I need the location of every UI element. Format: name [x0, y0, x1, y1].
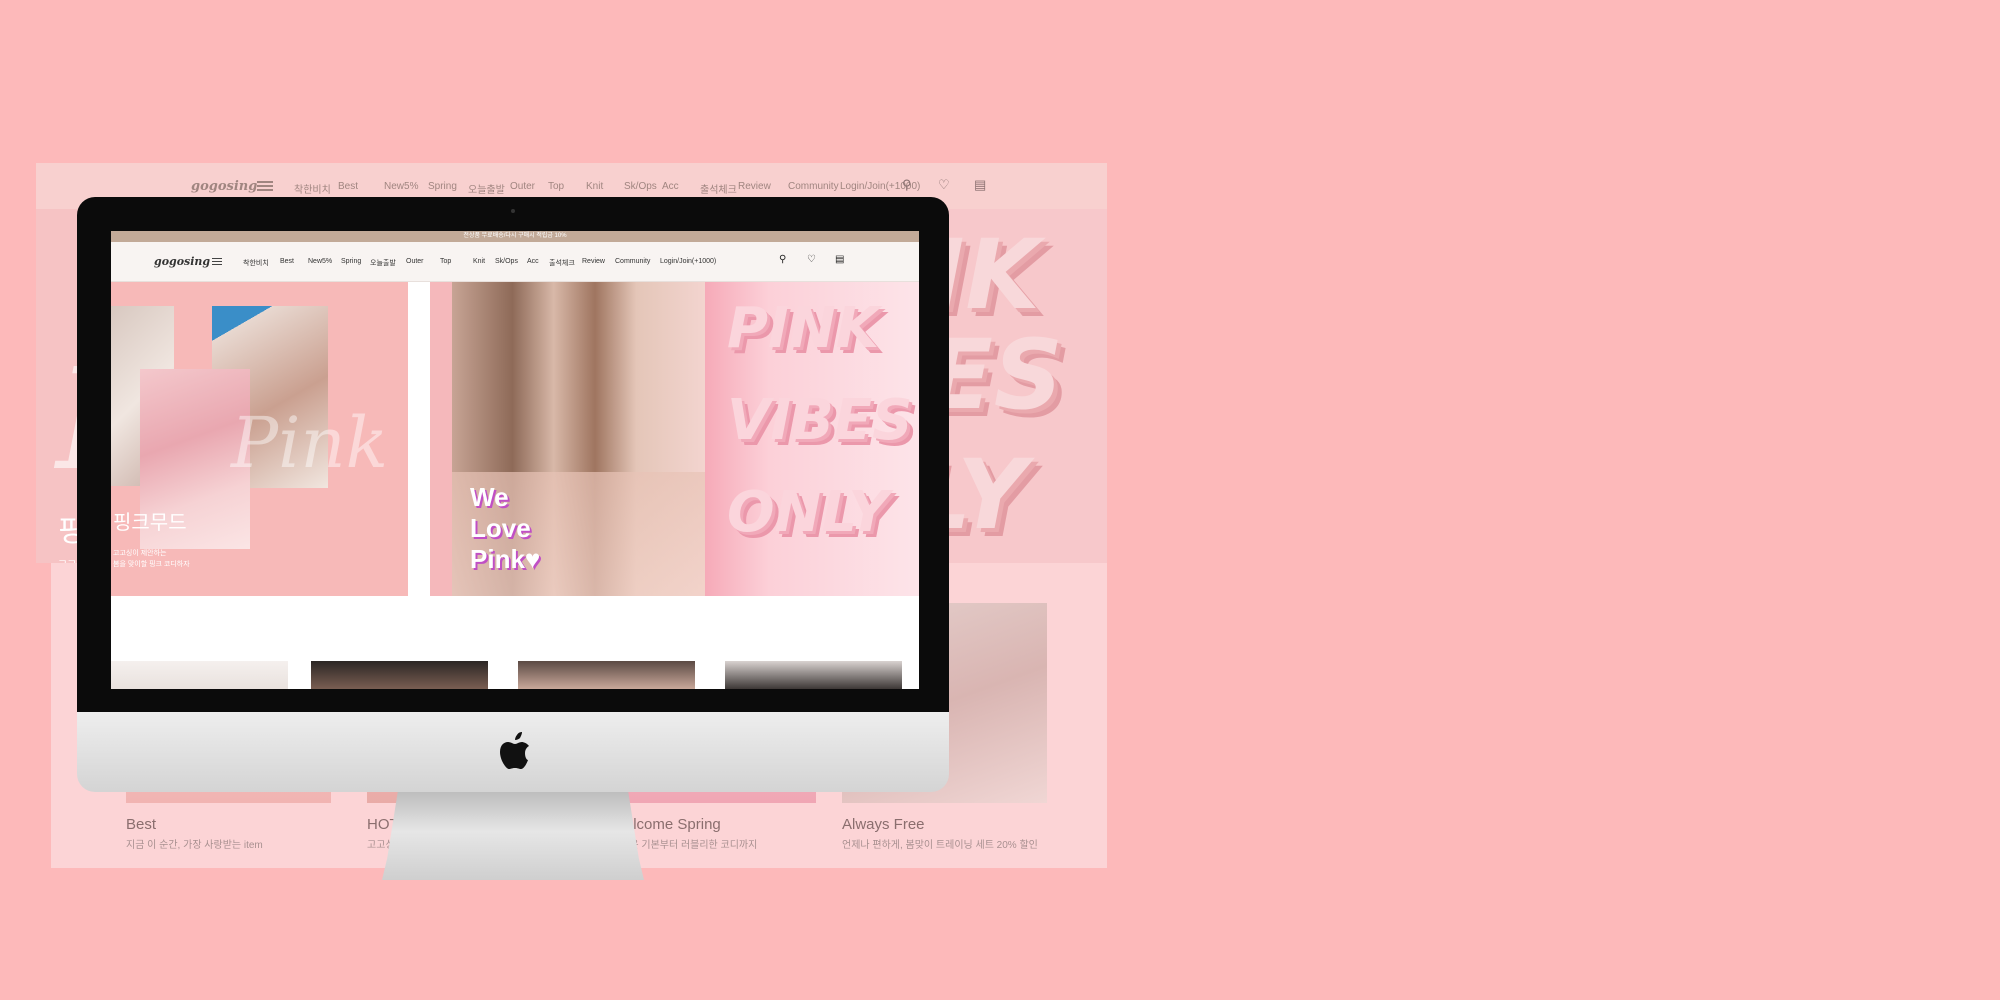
- bg-nav-item: 오늘출발: [468, 185, 505, 196]
- nav-item-best[interactable]: Best: [280, 258, 308, 268]
- announcement-bar: 전상품 무료배송/다시 구매시 적립금 10%: [111, 231, 919, 242]
- top-nav: gogosing 착한비치 Best New5% Spring 오늘출발 Out…: [111, 242, 919, 282]
- bg-menu-icon: [257, 181, 273, 191]
- product-thumb[interactable]: [311, 661, 488, 689]
- hero-korean-sub-line: 고고싱이 제안하는: [113, 550, 167, 557]
- heart-icon: ♡: [938, 177, 950, 192]
- bg-nav-item: Review: [738, 181, 771, 192]
- bg-nav-item: Knit: [586, 181, 604, 192]
- slogan-line: Love: [470, 513, 531, 543]
- hero-left-panel[interactable]: Pink 핑크무드 고고싱이 제안하는 봄을 맞이할 핑크 코디하자: [111, 282, 408, 596]
- nav-item-new[interactable]: New5%: [308, 258, 341, 268]
- nav-item-acc[interactable]: Acc: [527, 258, 549, 268]
- heart-icon[interactable]: ♡: [807, 254, 819, 266]
- hero-script-text: Pink: [231, 402, 388, 484]
- site-logo[interactable]: gogosing: [154, 255, 210, 268]
- hero-korean-sub-line: 봄을 맞이할 핑크 코디하자: [113, 561, 190, 568]
- bg-nav-item: New5%: [384, 181, 419, 192]
- bg-nav-icons: ⚲ ♡ ▤: [902, 178, 988, 192]
- search-icon: ⚲: [902, 177, 912, 192]
- product-thumbnails: [111, 661, 919, 689]
- product-thumb[interactable]: [725, 661, 902, 689]
- bg-nav-item: Sk/Ops: [624, 181, 657, 192]
- bg-nav-item: 착한비치: [294, 185, 331, 196]
- nav-item-login[interactable]: Login/Join(+1000): [660, 258, 716, 268]
- nav-item-attendance[interactable]: 출석체크: [549, 258, 582, 268]
- bag-icon: ▤: [974, 177, 987, 192]
- bg-nav-item: Spring: [428, 181, 457, 192]
- section-subtitle: 지금 이 순간, 가장 사랑받는 item: [126, 840, 263, 851]
- bg-nav-item: Outer: [510, 181, 536, 192]
- product-thumb[interactable]: [518, 661, 695, 689]
- hero-korean-sub: 고고싱이 제안하는 봄을 맞이할 핑크 코디하자: [113, 548, 190, 570]
- apple-logo-icon: [500, 732, 529, 769]
- nav-item-knit[interactable]: Knit: [473, 258, 495, 268]
- bg-nav-item: Community: [788, 181, 839, 192]
- screen-bezel: 전상품 무료배송/다시 구매시 적립금 10% gogosing 착한비치 Be…: [77, 197, 949, 712]
- screen: 전상품 무료배송/다시 구매시 적립금 10% gogosing 착한비치 Be…: [111, 231, 919, 689]
- nav-item-sk-ops[interactable]: Sk/Ops: [495, 258, 527, 268]
- hero-right-panel[interactable]: PINK VIBES ONLY: [705, 282, 919, 596]
- hero-korean-title: 핑크무드: [113, 512, 187, 534]
- nav-item-today-ship[interactable]: 오늘출발: [370, 258, 406, 268]
- bg-nav-item: 출석체크: [700, 185, 737, 196]
- nav-links: 착한비치 Best New5% Spring 오늘출발 Outer Top Kn…: [243, 258, 716, 268]
- section-title: Best: [126, 816, 157, 833]
- bg-logo: gogosing: [191, 178, 258, 194]
- hero-banner: Pink 핑크무드 고고싱이 제안하는 봄을 맞이할 핑크 코디하자 We Lo…: [111, 282, 919, 596]
- bg-nav-links: 착한비치 Best New5% Spring 오늘출발 Outer Top Kn…: [294, 181, 920, 196]
- slogan-line: Pink♥: [470, 544, 541, 574]
- nav-item-review[interactable]: Review: [582, 258, 615, 268]
- product-thumb[interactable]: [111, 661, 288, 689]
- search-icon[interactable]: ⚲: [779, 254, 791, 266]
- hamburger-menu-icon[interactable]: [212, 258, 222, 265]
- hero-word-pink: PINK: [727, 296, 880, 361]
- section-title: Always Free: [842, 816, 925, 833]
- hero-slogan: We Love Pink♥: [470, 482, 540, 575]
- slogan-line: We: [470, 482, 509, 512]
- hero-main-panel[interactable]: We Love Pink♥: [430, 282, 705, 596]
- nav-item-community[interactable]: Community: [615, 258, 660, 268]
- imac-stand: [382, 792, 644, 880]
- hero-word-only: ONLY: [727, 480, 889, 545]
- hero-word-vibes: VIBES: [727, 388, 913, 453]
- bg-nav-item: Top: [548, 181, 565, 192]
- nav-item-outer[interactable]: Outer: [406, 258, 440, 268]
- section-subtitle: 언제나 편하게, 봄맞이 트레이닝 세트 20% 할인: [842, 840, 1038, 851]
- nav-icons: ⚲ ♡ ▤: [779, 254, 847, 266]
- camera-dot: [511, 209, 515, 213]
- nav-item-spring[interactable]: Spring: [341, 258, 370, 268]
- bg-nav-item: Best: [338, 181, 359, 192]
- bg-nav-item: Acc: [662, 181, 679, 192]
- nav-item-top[interactable]: Top: [440, 258, 473, 268]
- nav-item-good-beach[interactable]: 착한비치: [243, 258, 280, 268]
- bag-icon[interactable]: ▤: [835, 254, 847, 266]
